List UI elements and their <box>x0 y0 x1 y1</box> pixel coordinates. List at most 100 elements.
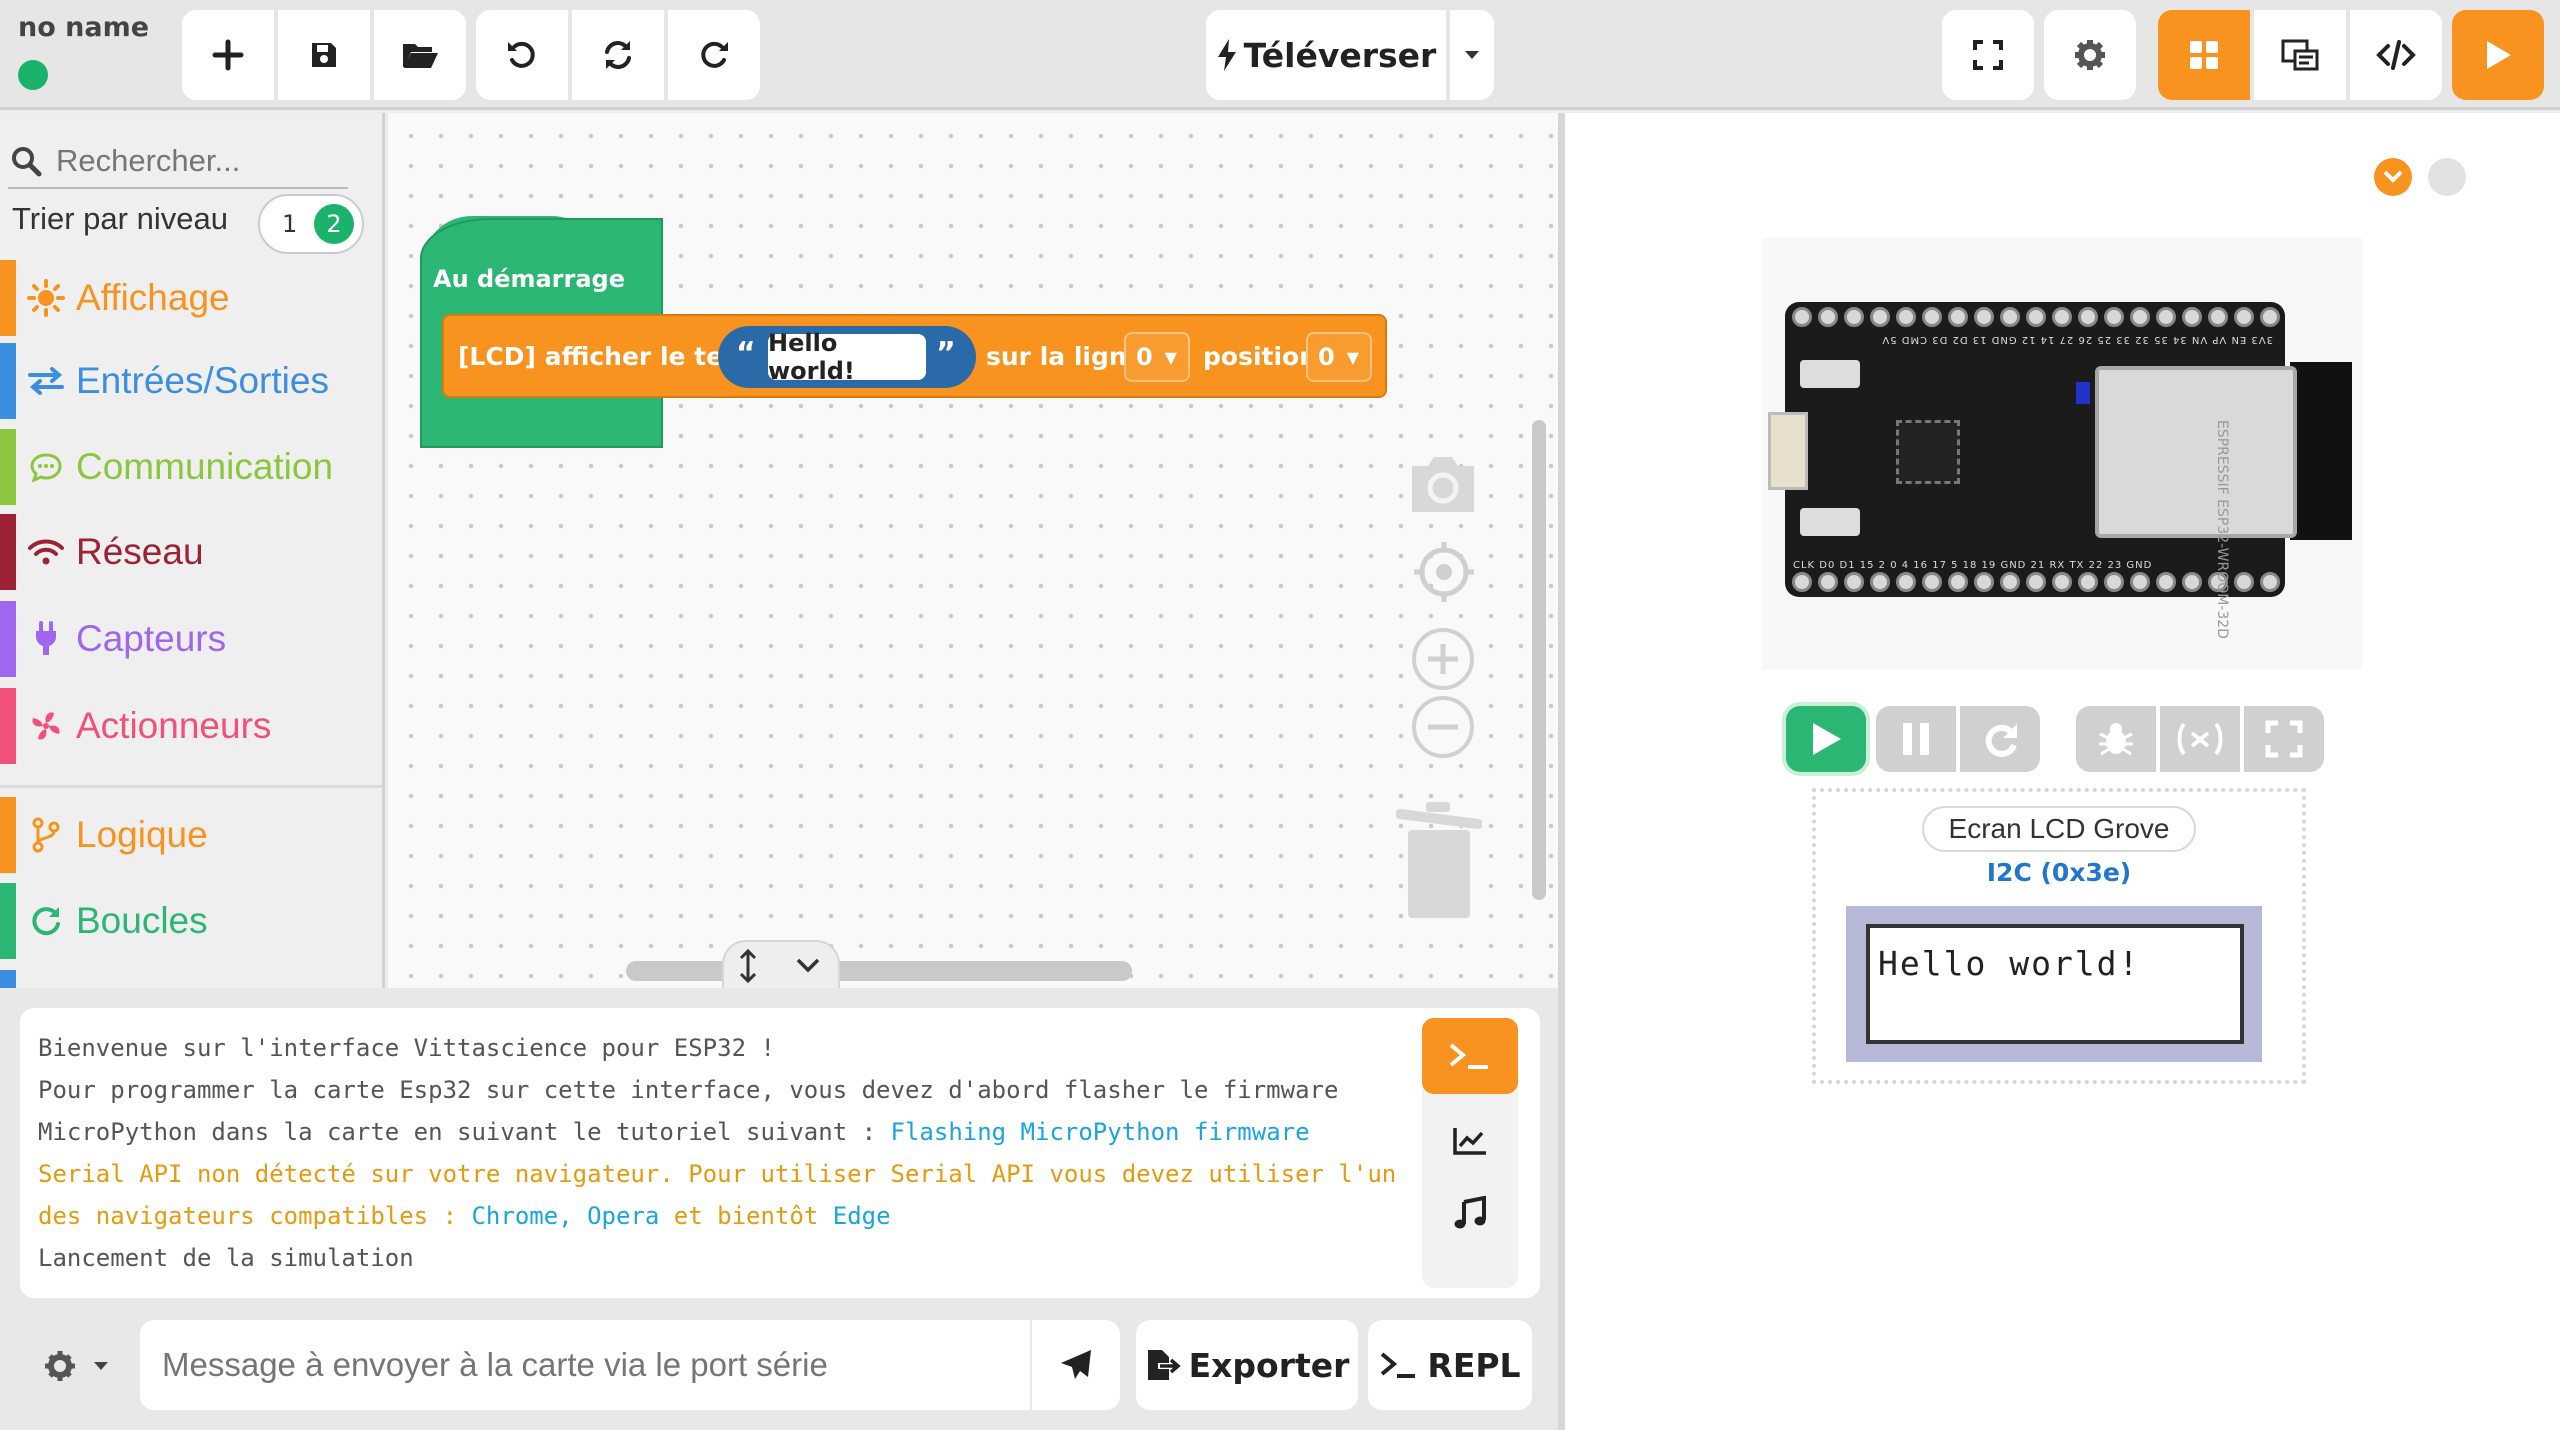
save-button[interactable] <box>278 10 370 100</box>
level-1-option[interactable]: 1 <box>282 210 297 238</box>
plus-icon <box>212 39 244 71</box>
sim-variables-button[interactable] <box>2160 706 2240 772</box>
grid-icon <box>2190 41 2218 69</box>
blocks-view-button[interactable] <box>2158 10 2250 100</box>
category-affichage[interactable]: Affichage <box>0 260 382 336</box>
line-label: sur la ligne <box>986 342 1144 371</box>
fullscreen-icon <box>1973 40 2003 70</box>
upload-dropdown-button[interactable] <box>1450 10 1494 100</box>
category-label: Affichage <box>76 277 230 318</box>
chat-icon <box>26 452 66 482</box>
search-input[interactable] <box>56 139 336 183</box>
category-actionneurs[interactable]: Actionneurs <box>0 688 382 764</box>
position-dropdown-value: 0 <box>1318 343 1335 371</box>
category-boucles[interactable]: Boucles <box>0 883 382 959</box>
sync-button[interactable] <box>572 10 664 100</box>
redo-icon <box>701 41 728 68</box>
line-dropdown-value: 0 <box>1136 343 1153 371</box>
category-logique[interactable]: Logique <box>0 797 382 873</box>
screenshot-camera-icon[interactable] <box>1406 452 1480 516</box>
flashing-firmware-link[interactable]: Flashing MicroPython firmware <box>891 1118 1310 1146</box>
toolbox-search <box>8 133 348 189</box>
paper-plane-icon <box>1061 1350 1091 1379</box>
variable-icon <box>2177 722 2223 756</box>
upload-button[interactable]: Téléverser <box>1206 10 1446 100</box>
and-soon-text: et bientôt <box>673 1202 819 1230</box>
undo-button[interactable] <box>476 10 568 100</box>
console-line: Pour programmer la carte Esp32 sur cette… <box>38 1076 1339 1104</box>
category-label: Capteurs <box>76 618 227 659</box>
new-project-button[interactable] <box>182 10 274 100</box>
wifi-icon <box>26 537 66 567</box>
module-name: ESP32-WROOM-32D <box>2214 499 2230 639</box>
opera-link[interactable]: Opera <box>587 1202 659 1230</box>
position-dropdown[interactable]: 0 ▼ <box>1306 332 1372 382</box>
sim-pause-button[interactable] <box>1876 706 1956 772</box>
undo-icon <box>508 41 535 68</box>
floppy-icon <box>312 43 336 67</box>
console-line: Lancement de la simulation <box>38 1244 414 1272</box>
sim-play-button[interactable] <box>1786 706 1866 772</box>
fullscreen-button[interactable] <box>1942 10 2034 100</box>
chart-line-icon[interactable] <box>1452 1126 1488 1156</box>
reset-button[interactable] <box>1800 508 1860 536</box>
console-resize-handle[interactable] <box>722 940 840 988</box>
board-bottom-pins <box>1792 572 2280 596</box>
panel-divider[interactable] <box>1558 113 1565 1430</box>
recenter-icon[interactable] <box>1412 540 1476 604</box>
send-message-button[interactable] <box>1032 1320 1120 1410</box>
export-button[interactable]: Exporter <box>1136 1320 1358 1410</box>
sim-restart-button[interactable] <box>1960 706 2040 772</box>
play-icon <box>1813 723 1841 755</box>
sim-fullscreen-button[interactable] <box>2244 706 2324 772</box>
category-communication[interactable]: Communication <box>0 429 382 505</box>
category-bar-partial <box>0 970 16 988</box>
lcd-i2c-address: I2C (0x3e) <box>1986 858 2132 887</box>
category-entrees-sorties[interactable]: Entrées/Sorties <box>0 343 382 419</box>
repl-label: REPL <box>1427 1345 1521 1385</box>
music-note-icon[interactable] <box>1454 1196 1486 1230</box>
folder-open-icon <box>403 44 438 68</box>
board-antenna <box>2290 362 2352 540</box>
workspace-vertical-scrollbar[interactable] <box>1532 420 1546 900</box>
trash-icon[interactable] <box>1396 802 1482 920</box>
sim-debug-button[interactable] <box>2076 706 2156 772</box>
line-dropdown[interactable]: 0 ▼ <box>1124 332 1190 382</box>
restart-icon <box>1985 724 2017 757</box>
category-reseau[interactable]: Réseau <box>0 514 382 590</box>
sort-by-level-label: Trier par niveau <box>12 201 228 236</box>
chrome-link[interactable]: Chrome <box>471 1202 558 1230</box>
zoom-out-icon[interactable] <box>1410 694 1476 760</box>
search-icon <box>12 147 42 177</box>
serial-console: Bienvenue sur l'interface Vittascience p… <box>20 1008 1540 1298</box>
terminal-mode-button[interactable] <box>1422 1018 1518 1094</box>
project-name[interactable]: no name <box>18 12 149 43</box>
usb-connector <box>1768 412 1808 490</box>
export-label: Exporter <box>1188 1345 1350 1385</box>
sun-icon <box>26 279 66 317</box>
repl-button[interactable]: REPL <box>1368 1320 1532 1410</box>
edge-link[interactable]: Edge <box>833 1202 891 1230</box>
zoom-in-icon[interactable] <box>1410 626 1476 692</box>
category-label: Entrées/Sorties <box>76 360 329 401</box>
boot-button[interactable] <box>1800 360 1860 388</box>
level-switch[interactable]: 1 2 <box>258 194 364 254</box>
console-line-text: MicroPython dans la carte en suivant le … <box>38 1118 891 1146</box>
lcd-screen <box>1866 924 2244 1044</box>
category-capteurs[interactable]: Capteurs <box>0 601 382 677</box>
settings-button[interactable] <box>2044 10 2136 100</box>
board-led <box>2076 382 2090 404</box>
serial-message-input[interactable] <box>140 1320 1030 1410</box>
level-2-option[interactable]: 2 <box>314 204 354 244</box>
console-settings-button[interactable] <box>40 1348 112 1384</box>
redo-button[interactable] <box>668 10 760 100</box>
open-button[interactable] <box>374 10 466 100</box>
collapse-simulator-button[interactable] <box>2374 158 2412 196</box>
code-view-button[interactable] <box>2350 10 2442 100</box>
workspace-horizontal-scrollbar[interactable] <box>626 961 1132 981</box>
text-value-field[interactable]: Hello world! <box>768 329 926 385</box>
toggle-simulator-button[interactable] <box>2428 158 2466 196</box>
category-label: Réseau <box>76 531 204 572</box>
run-simulator-button[interactable] <box>2452 10 2544 100</box>
hybrid-view-button[interactable] <box>2254 10 2346 100</box>
